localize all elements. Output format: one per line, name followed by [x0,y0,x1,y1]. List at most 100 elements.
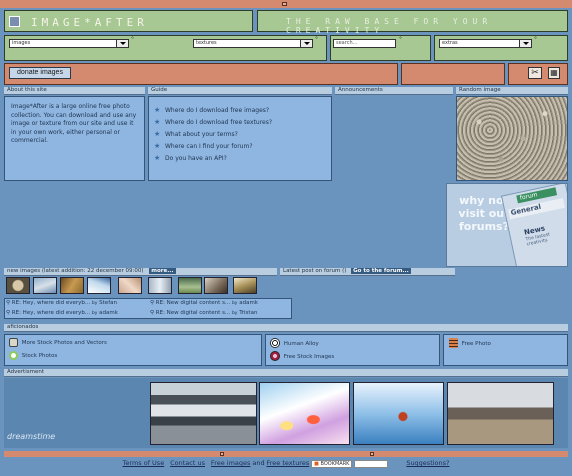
scissors-icon[interactable]: ✂ [528,67,542,79]
dreamstime-logo[interactable]: dreamstime [7,432,55,441]
guide-item[interactable]: ★ Where do I download free images? [154,106,269,114]
thumbnail[interactable] [148,277,172,294]
ad-image-lab[interactable] [150,382,257,445]
bottom-strip-dot [220,452,224,456]
logo-text: IMAGE*AFTER [31,16,148,29]
top-strip-dot [282,2,287,6]
post-icon: ⚲ [6,310,11,316]
search-input[interactable]: search... [333,39,396,48]
forum-latest-header: Latest post on forum () Go to the forum.… [280,268,455,276]
bookmark-label: BOOKMARK [320,460,350,467]
post-title[interactable]: RE: New digital content s... [156,310,230,316]
ad-image-tubes[interactable] [259,382,350,445]
aficionado-link[interactable]: Stock Photos [9,351,57,360]
aficionado-label[interactable]: Stock Photos [22,353,58,359]
go-forum-link[interactable]: Go to the forum... [351,268,411,274]
guide-link[interactable]: Where do I download free textures? [165,119,272,126]
star-icon: ★ [154,142,161,150]
donate-button[interactable]: donate images [9,67,71,79]
grid-icon[interactable]: ▦ [548,67,560,79]
about-header: About this site [4,87,145,95]
forum-ad[interactable]: why not visit our forums? forum General … [446,183,568,267]
terms-link[interactable]: Terms of Use [123,459,165,467]
guide-item[interactable]: ★ What about your terms? [154,130,238,138]
chevron-down-icon[interactable] [300,40,312,47]
guide-item[interactable]: ★ Where can I find your forum? [154,142,253,150]
guide-link[interactable]: Where can I find your forum? [165,143,253,150]
post-author[interactable]: adamk [239,300,258,306]
ring-icon [9,351,18,360]
post-link[interactable]: ⚲ RE: New digital content s... by adamk [150,300,258,306]
free-images-link[interactable]: Free images [211,459,251,467]
aficionado-link[interactable]: Free Photo [449,338,491,348]
donate-bar-mid [401,63,505,85]
thumbnail[interactable] [178,277,202,294]
chevron-down-icon[interactable] [519,40,531,47]
dot-icon: ° [534,36,537,43]
ad-image-climber[interactable] [353,382,444,445]
more-link[interactable]: more... [149,268,176,274]
bottom-strip [4,451,568,457]
aficionado-link[interactable]: Free Stock Images [270,351,334,361]
post-title[interactable]: RE: Hey, where did everyb... [12,310,90,316]
thumbnail[interactable] [33,277,57,294]
guide-item[interactable]: ★ Where do I download free textures? [154,118,272,126]
dreamstime-text: dreamstime [7,432,56,441]
random-image-header: Random image [456,87,568,95]
logo-bar[interactable]: IMAGE*AFTER [4,10,253,32]
post-title[interactable]: RE: Hey, where did everyb... [12,300,90,306]
ad-image-car[interactable] [447,382,554,445]
share-icons[interactable] [354,459,389,468]
post-link[interactable]: ⚲ RE: New digital content s... by Trista… [150,310,257,316]
guide-link[interactable]: Do you have an API? [165,155,227,162]
star-icon: ★ [154,154,161,162]
footer: Terms of Use Contact us Free images and … [0,459,572,468]
thumbnail[interactable] [204,277,228,294]
film-icon [449,338,458,348]
post-by: by [91,311,98,316]
aficionado-label[interactable]: Free Stock Images [284,354,334,360]
tagline: THE RAW BASE FOR YOUR CREATIVITY [286,17,493,35]
aficionado-link[interactable]: Human Alloy [270,338,319,348]
aperture-icon [270,351,280,361]
advert-header: Advertisment [4,369,568,377]
guide-link[interactable]: What about your terms? [165,131,238,138]
logo-icon [9,16,20,27]
guide-link[interactable]: Where do I download free images? [165,107,269,114]
aficionado-label[interactable]: Free Photo [462,341,491,347]
thumbnail[interactable] [60,277,84,294]
about-panel: Image*After is a large online free photo… [4,96,145,181]
aficionado-link[interactable]: More Stock Photos and Vectors [9,338,107,347]
thumbnail[interactable] [6,277,30,294]
and-text: and [252,459,265,467]
announcements-header: Announcements [335,87,453,95]
extras-select-value: extras [442,40,458,46]
extras-select[interactable]: extras [439,39,532,48]
post-author[interactable]: Tristan [239,310,257,316]
chevron-down-icon[interactable] [116,40,128,47]
thumbnail[interactable] [87,277,111,294]
post-link[interactable]: ⚲ RE: Hey, where did everyb... by Stefan [6,300,117,306]
post-link[interactable]: ⚲ RE: Hey, where did everyb... by adamk [6,310,118,316]
contact-link[interactable]: Contact us [170,459,205,467]
aficionados-header: aficionados [4,324,568,332]
thumbnail[interactable] [118,277,142,294]
textures-select[interactable]: textures [193,39,313,48]
free-textures-link[interactable]: Free textures [267,459,310,467]
post-author[interactable]: adamk [99,310,118,316]
post-icon: ⚲ [150,300,155,306]
dot-icon: ° [315,36,318,43]
post-author[interactable]: Stefan [99,300,117,306]
aficionado-label[interactable]: Human Alloy [284,341,319,347]
random-image[interactable] [456,96,568,181]
post-icon: ⚲ [150,310,155,316]
post-title[interactable]: RE: New digital content s... [156,300,230,306]
guide-item[interactable]: ★ Do you have an API? [154,154,227,162]
images-select[interactable]: images [9,39,129,48]
suggestions-link[interactable]: Suggestions? [406,459,449,467]
dot-icon: ° [399,36,402,43]
thumbnail[interactable] [233,277,257,294]
aficionado-label[interactable]: More Stock Photos and Vectors [22,340,107,346]
bookmark-button[interactable]: ■ BOOKMARK [311,459,353,468]
post-by: by [231,301,238,306]
